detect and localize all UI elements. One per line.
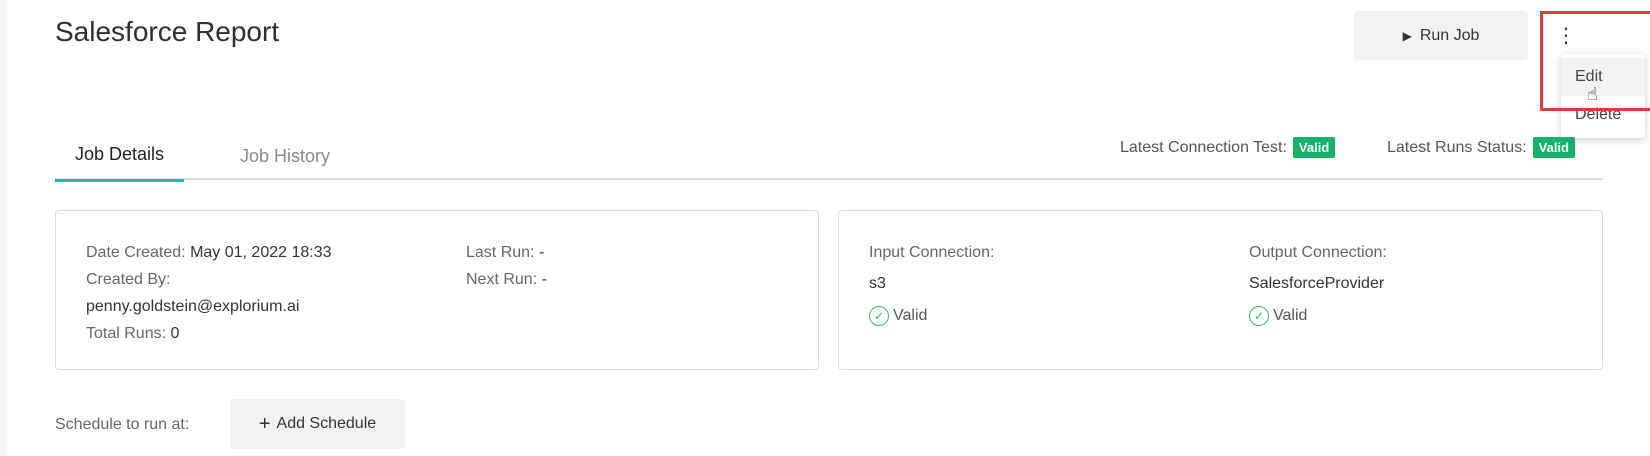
plus-icon: + <box>258 412 271 435</box>
total-runs-field: Total Runs: 0 <box>86 325 179 343</box>
hand-cursor-icon: ☝ <box>1587 84 1598 104</box>
output-status-text: Valid <box>1273 307 1308 324</box>
total-runs-label: Total Runs: <box>86 325 167 342</box>
more-options-icon[interactable]: ⋮ <box>1556 22 1576 48</box>
runs-status-label: Latest Runs Status: <box>1387 138 1527 156</box>
connection-test-label: Latest Connection Test: <box>1120 138 1287 156</box>
last-run-field: Last Run: - <box>466 244 544 262</box>
last-run-label: Last Run: <box>466 244 535 261</box>
status-badge: Valid <box>1532 137 1575 158</box>
total-runs-value: 0 <box>170 325 180 342</box>
run-job-label: Run Job <box>1419 26 1480 44</box>
created-by-value: penny.goldstein@explorium.ai <box>86 298 300 315</box>
date-created-field: Date Created: May 01, 2022 18:33 <box>86 244 332 262</box>
play-icon: ▶ <box>1402 28 1412 43</box>
tab-job-details[interactable]: Job Details <box>55 144 185 182</box>
created-by-label: Created By: <box>86 271 171 288</box>
tab-job-history[interactable]: Job History <box>220 146 350 182</box>
add-schedule-label: Add Schedule <box>276 415 377 432</box>
input-status-text: Valid <box>893 307 928 324</box>
date-created-value: May 01, 2022 18:33 <box>190 244 332 261</box>
next-run-field: Next Run: - <box>466 271 547 289</box>
job-details-card: Date Created: May 01, 2022 18:33 Created… <box>55 210 819 370</box>
check-circle-icon: ✓ <box>869 306 889 326</box>
job-page: Salesforce Report ▶ Run Job ⋮ Edit Delet… <box>6 0 1650 456</box>
page-title: Salesforce Report <box>55 16 280 47</box>
created-by-field: Created By: <box>86 271 170 289</box>
schedule-label: Schedule to run at: <box>55 416 190 433</box>
connection-test-status: Latest Connection Test: Valid <box>1120 137 1336 158</box>
last-run-value: - <box>538 244 545 261</box>
input-connection-value: s3 <box>869 275 886 292</box>
next-run-label: Next Run: <box>466 271 538 288</box>
output-connection-status: ✓ Valid <box>1249 306 1307 326</box>
check-circle-icon: ✓ <box>1249 306 1269 326</box>
output-connection-label: Output Connection: <box>1249 244 1387 261</box>
add-schedule-button[interactable]: + Add Schedule <box>230 399 405 449</box>
menu-item-delete[interactable]: Delete <box>1561 96 1645 134</box>
run-job-button[interactable]: ▶ Run Job <box>1354 11 1528 60</box>
next-run-value: - <box>541 271 547 288</box>
tab-bar: Job Details Job History <box>55 130 1603 182</box>
menu-item-edit[interactable]: Edit <box>1561 58 1645 96</box>
input-connection-label: Input Connection: <box>869 244 995 261</box>
connections-card: Input Connection: s3 ✓ Valid Output Conn… <box>838 210 1603 370</box>
runs-status: Latest Runs Status: Valid <box>1387 137 1575 158</box>
input-connection-status: ✓ Valid <box>869 306 927 326</box>
date-created-label: Date Created: <box>86 244 186 261</box>
status-badge: Valid <box>1292 137 1336 158</box>
actions-menu: Edit Delete <box>1561 54 1645 138</box>
output-connection-value: SalesforceProvider <box>1249 275 1385 292</box>
